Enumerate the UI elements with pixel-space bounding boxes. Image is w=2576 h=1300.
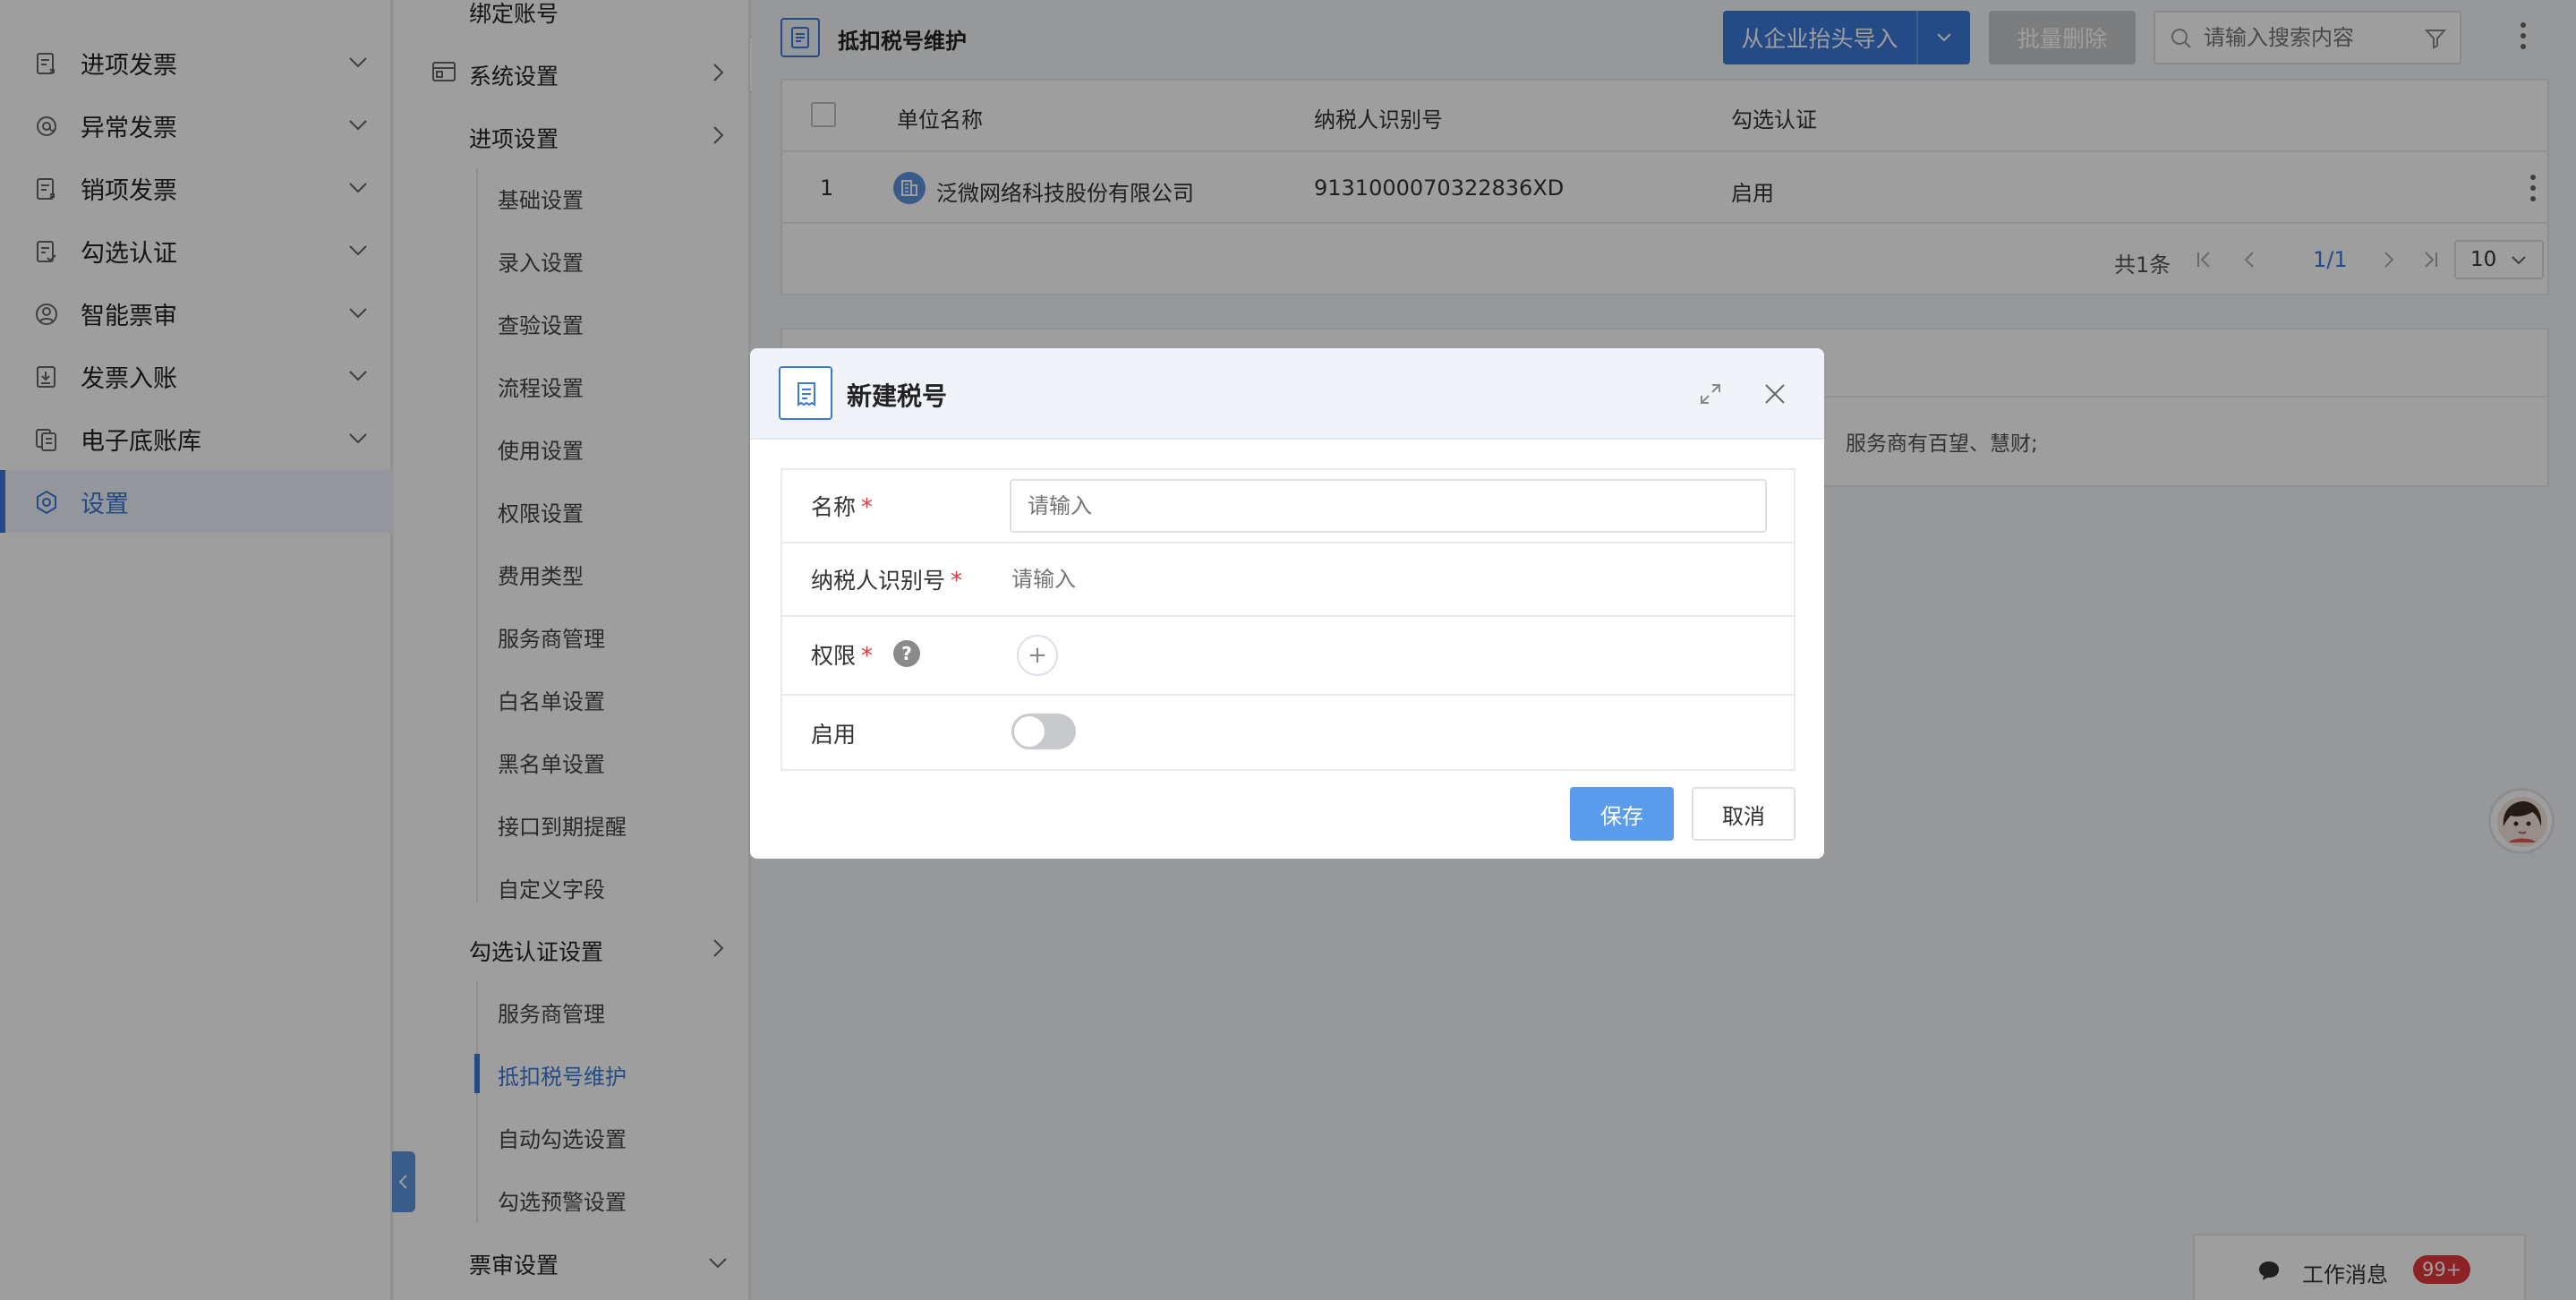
close-icon[interactable] [1763,382,1787,406]
enable-toggle[interactable] [1011,714,1076,749]
required-mark: * [861,494,874,521]
required-mark: * [951,568,963,594]
dialog-header: 新建税号 [750,348,1824,440]
document-icon [798,382,815,406]
name-label-text: 名称 [811,494,857,520]
cancel-button[interactable]: 取消 [1692,787,1796,841]
save-button[interactable]: 保存 [1570,787,1674,841]
tax-id-input[interactable] [1010,552,1767,606]
form-row-tax-id: 纳税人识别号 * [780,543,1796,617]
name-label: 名称 * [811,490,873,522]
enable-label: 启用 [811,722,857,748]
dialog-icon [779,366,832,420]
permission-label: 权限 * [811,638,873,671]
tax-id-label-text: 纳税人识别号 [811,568,946,594]
tax-id-label: 纳税人识别号 * [811,563,962,595]
form-row-name: 名称 * [780,468,1796,543]
dialog-title: 新建税号 [847,381,948,411]
form-row-permission: 权限 * ? + [780,617,1796,696]
help-icon[interactable]: ? [893,640,920,667]
name-input[interactable] [1010,479,1767,533]
toggle-knob [1014,716,1045,747]
new-tax-number-dialog: 新建税号 名称* 纳税人识别号* 权限* ? + 启用 保存 取消 [750,348,1824,859]
add-permission-button[interactable]: + [1017,635,1058,676]
permission-label-text: 权限 [811,643,857,669]
form-row-enable: 启用 [780,696,1796,771]
required-mark: * [861,643,874,670]
expand-icon[interactable] [1699,382,1722,406]
